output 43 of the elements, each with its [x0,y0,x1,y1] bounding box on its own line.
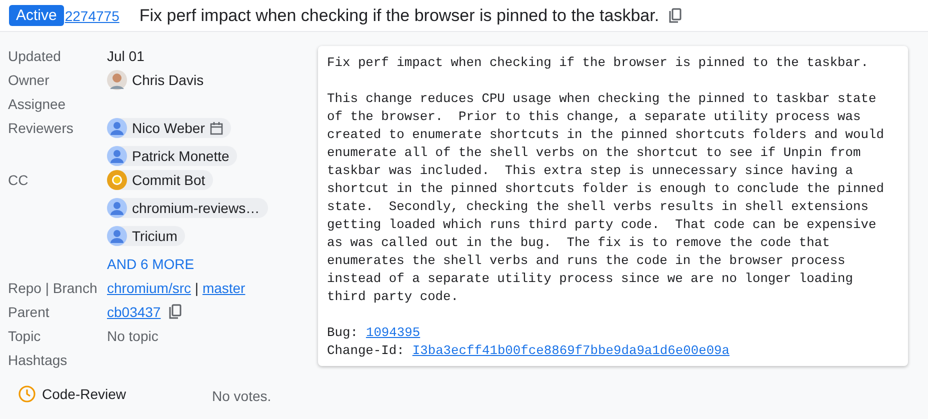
person-name[interactable]: Chris Davis [107,70,212,90]
separator: | [194,280,199,296]
bot-avatar-icon [107,170,127,190]
field-label: Hashtags [8,351,68,370]
copy-icon[interactable] [168,304,183,320]
footer-key: Bug: [327,324,358,342]
commit-link[interactable]: cb03437 [107,300,161,324]
clock-icon [18,385,36,403]
field-value: No topic [107,327,158,346]
more-link[interactable]: AND 6 MORE [107,252,194,276]
copy-icon[interactable] [669,8,684,24]
commit-message-paragraph: Fix perf impact when checking if the browser is pinned to the taskbar. [327,54,870,72]
person-chip[interactable]: Patrick Monette [107,146,238,166]
field-label: CC [8,171,30,190]
branch-link[interactable]: master [202,280,246,296]
change-number-link[interactable]: 2274775 [64,8,120,24]
person-chip[interactable]: chromium-reviews… [107,198,268,218]
field-label: Topic [8,327,42,346]
field-label: Assignee [8,95,67,114]
person-chip[interactable]: Commit Bot [107,170,214,190]
field-label: Repo | Branch [8,279,98,298]
commit-message-paragraph: This change reduces CPU usage when checking the pinned to taskbar state of the browser. Prior to this change, a separate utility process was created to enumerate shortcuts in the pinned shortcuts folders and would enumerate all of the shell verbs on the shortcut to see if Unpin from taskbar was included. This extra step is unnecessary since having a shortcut in the pinned shortcuts folder is enough to conclude the pinned state. Secondly, checking the shell verbs results in shell extensions getting loaded which runs third party code. That code can be expensive as was called out in the bug. The fix is to remove the code that enumerates the shell verbs and runs the code in the browser process instead of a separate utility process since we are no longer loading third party code. [327,90,885,306]
avatar-icon [107,70,127,90]
person-chip[interactable]: Tricium [107,226,186,246]
change-title: Fix perf impact when checking if the browser is pinned to the taskbar. [139,6,660,26]
person-avatar-icon [107,118,127,138]
person-avatar-icon [107,146,127,166]
field-label: Reviewers [8,119,74,138]
field-label: Parent [8,303,50,322]
footer-key: Change-Id: [327,342,404,360]
field-value: Jul 01 [107,47,144,66]
calendar-icon [210,122,223,134]
vote-value: No votes. [212,388,272,404]
person-chip[interactable]: Nico Weber [107,118,231,138]
footer-link[interactable]: I3ba3ecff41b00fce8869f7bbe9da9a1d6e00e09a [412,342,730,360]
person-avatar-icon [107,198,127,218]
repo-link[interactable]: chromium/src [107,280,192,296]
field-label: Owner [8,71,50,90]
field-label: Updated [8,47,62,66]
status-badge: Active [9,5,64,26]
footer-link[interactable]: 1094395 [366,324,420,342]
person-avatar-icon [107,226,127,246]
vote-label: Code-Review [42,386,128,402]
